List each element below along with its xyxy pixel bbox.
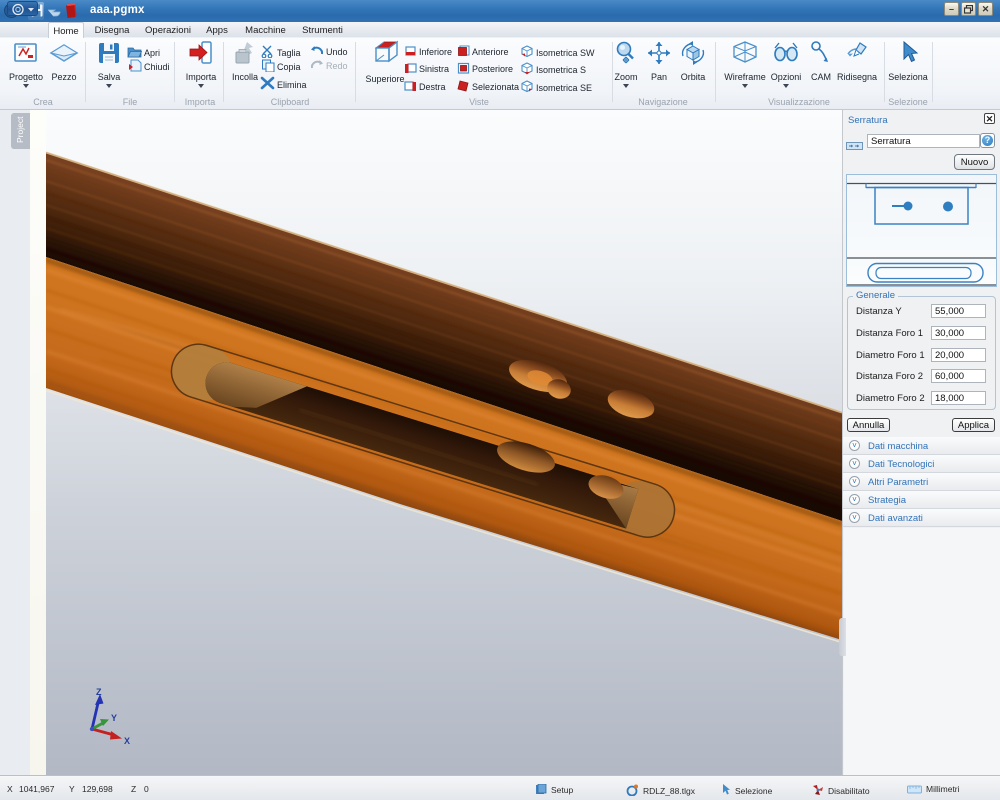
- svg-text:X: X: [124, 736, 130, 746]
- svg-text:Y: Y: [111, 713, 117, 723]
- svg-text:Z: Z: [96, 687, 102, 697]
